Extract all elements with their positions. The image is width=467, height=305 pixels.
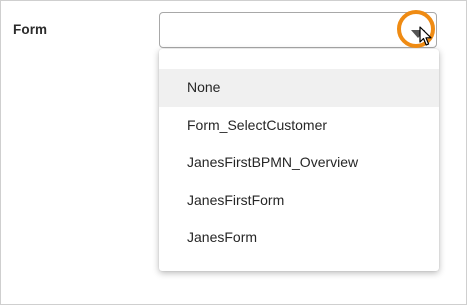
form-field-label: Form [13, 22, 48, 37]
dropdown-option-janesform[interactable]: JanesForm [159, 219, 439, 257]
dropdown-option-form-selectcustomer[interactable]: Form_SelectCustomer [159, 107, 439, 145]
dropdown-option-janesfirstbpmn-overview[interactable]: JanesFirstBPMN_Overview [159, 144, 439, 182]
form-select[interactable] [159, 12, 437, 48]
form-dropdown-menu: None Form_SelectCustomer JanesFirstBPMN_… [159, 49, 439, 271]
form-panel: Form None Form_SelectCustomer JanesFirst… [0, 0, 467, 305]
caret-down-icon[interactable] [410, 26, 426, 38]
dropdown-option-none[interactable]: None [159, 69, 439, 107]
dropdown-option-janesfirstform[interactable]: JanesFirstForm [159, 182, 439, 220]
